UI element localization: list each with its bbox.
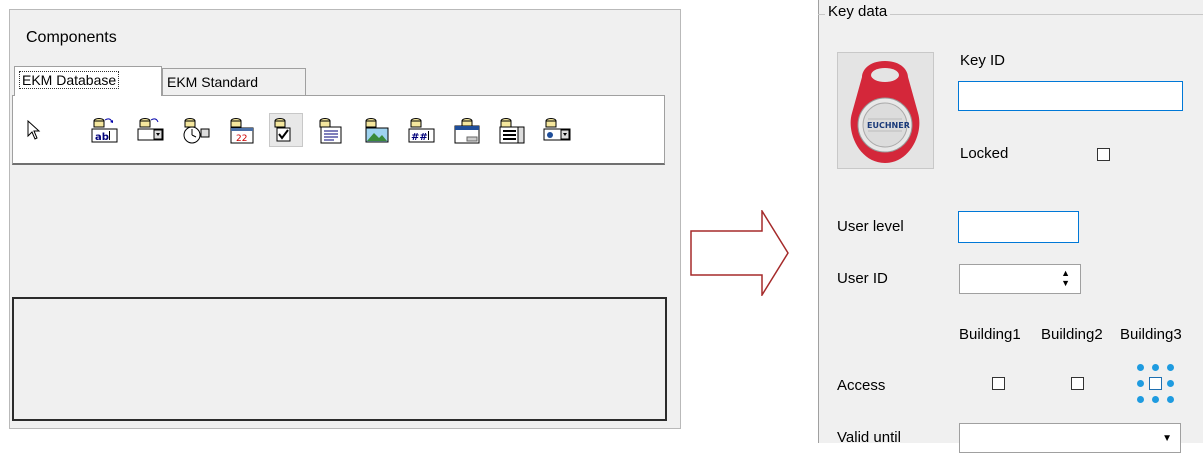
pointer-icon: [25, 119, 43, 141]
component-toolbar: ab 22 ##: [12, 95, 665, 165]
db-date-icon: 22: [227, 115, 257, 145]
svg-text:##: ##: [411, 132, 428, 143]
tab-label: EKM Standard: [167, 74, 258, 90]
key-fob-icon: EUCHNER: [838, 53, 933, 168]
db-combo-tool[interactable]: [134, 113, 168, 147]
tab-label: EKM Database: [19, 71, 119, 89]
db-memo-tool[interactable]: [314, 113, 348, 147]
spin-arrows-icon[interactable]: ▲ ▼: [1061, 268, 1070, 288]
locked-checkbox[interactable]: [1097, 148, 1110, 161]
access-label: Access: [837, 377, 885, 394]
resize-handle[interactable]: [1167, 396, 1174, 403]
key-id-label: Key ID: [960, 52, 1005, 69]
resize-handle[interactable]: [1167, 364, 1174, 371]
key-id-input[interactable]: [958, 81, 1183, 111]
building3-checkbox[interactable]: [1149, 377, 1162, 390]
component-drop-area[interactable]: [12, 297, 667, 421]
tab-ekm-database[interactable]: EKM Database: [14, 66, 162, 96]
group-title: Key data: [825, 3, 890, 20]
user-id-spinner[interactable]: ▲ ▼: [959, 264, 1081, 294]
resize-handle[interactable]: [1152, 396, 1159, 403]
chevron-down-icon[interactable]: ▼: [1162, 433, 1172, 444]
db-image-icon: [362, 115, 392, 145]
building1-checkbox[interactable]: [992, 377, 1005, 390]
building2-label: Building2: [1041, 326, 1103, 343]
db-checkbox-tool[interactable]: [269, 113, 303, 147]
db-radio-tool[interactable]: [540, 113, 574, 147]
building3-label: Building3: [1120, 326, 1182, 343]
svg-text:ab: ab: [95, 132, 109, 143]
db-list-icon: [497, 115, 527, 145]
db-time-tool[interactable]: [179, 113, 213, 147]
panel-title: Components: [26, 29, 117, 47]
components-panel: Components EKM Standard EKM Database ab: [9, 9, 681, 429]
db-radio-icon: [542, 115, 572, 145]
valid-until-dropdown[interactable]: ▼: [959, 423, 1181, 453]
db-combo-icon: [136, 115, 166, 145]
db-window-icon: [452, 115, 482, 145]
db-date-tool[interactable]: 22: [225, 113, 259, 147]
db-memo-icon: [316, 115, 346, 145]
resize-handle[interactable]: [1152, 364, 1159, 371]
resize-handle[interactable]: [1137, 364, 1144, 371]
user-level-label: User level: [837, 218, 904, 235]
svg-text:22: 22: [236, 134, 247, 144]
db-numeric-field-tool[interactable]: ##: [405, 113, 439, 147]
key-brand-text: EUCHNER: [867, 121, 910, 130]
db-text-field-tool[interactable]: ab: [88, 113, 122, 147]
db-image-tool[interactable]: [360, 113, 394, 147]
building1-label: Building1: [959, 326, 1021, 343]
key-image: EUCHNER: [837, 52, 934, 169]
db-text-field-icon: ab: [90, 115, 120, 145]
resize-handle[interactable]: [1137, 380, 1144, 387]
locked-label: Locked: [960, 145, 1008, 162]
resize-handle[interactable]: [1167, 380, 1174, 387]
db-time-icon: [181, 115, 211, 145]
db-list-tool[interactable]: [495, 113, 529, 147]
db-numeric-field-icon: ##: [407, 115, 437, 145]
user-level-input[interactable]: [958, 211, 1079, 243]
pointer-tool[interactable]: [17, 113, 51, 147]
tab-ekm-standard[interactable]: EKM Standard: [162, 68, 306, 95]
transition-arrow-icon: [690, 210, 790, 296]
db-window-tool[interactable]: [450, 113, 484, 147]
building2-checkbox[interactable]: [1071, 377, 1084, 390]
resize-handle[interactable]: [1137, 396, 1144, 403]
valid-until-label: Valid until: [837, 429, 901, 446]
db-checkbox-icon: [271, 115, 301, 145]
user-id-label: User ID: [837, 270, 888, 287]
